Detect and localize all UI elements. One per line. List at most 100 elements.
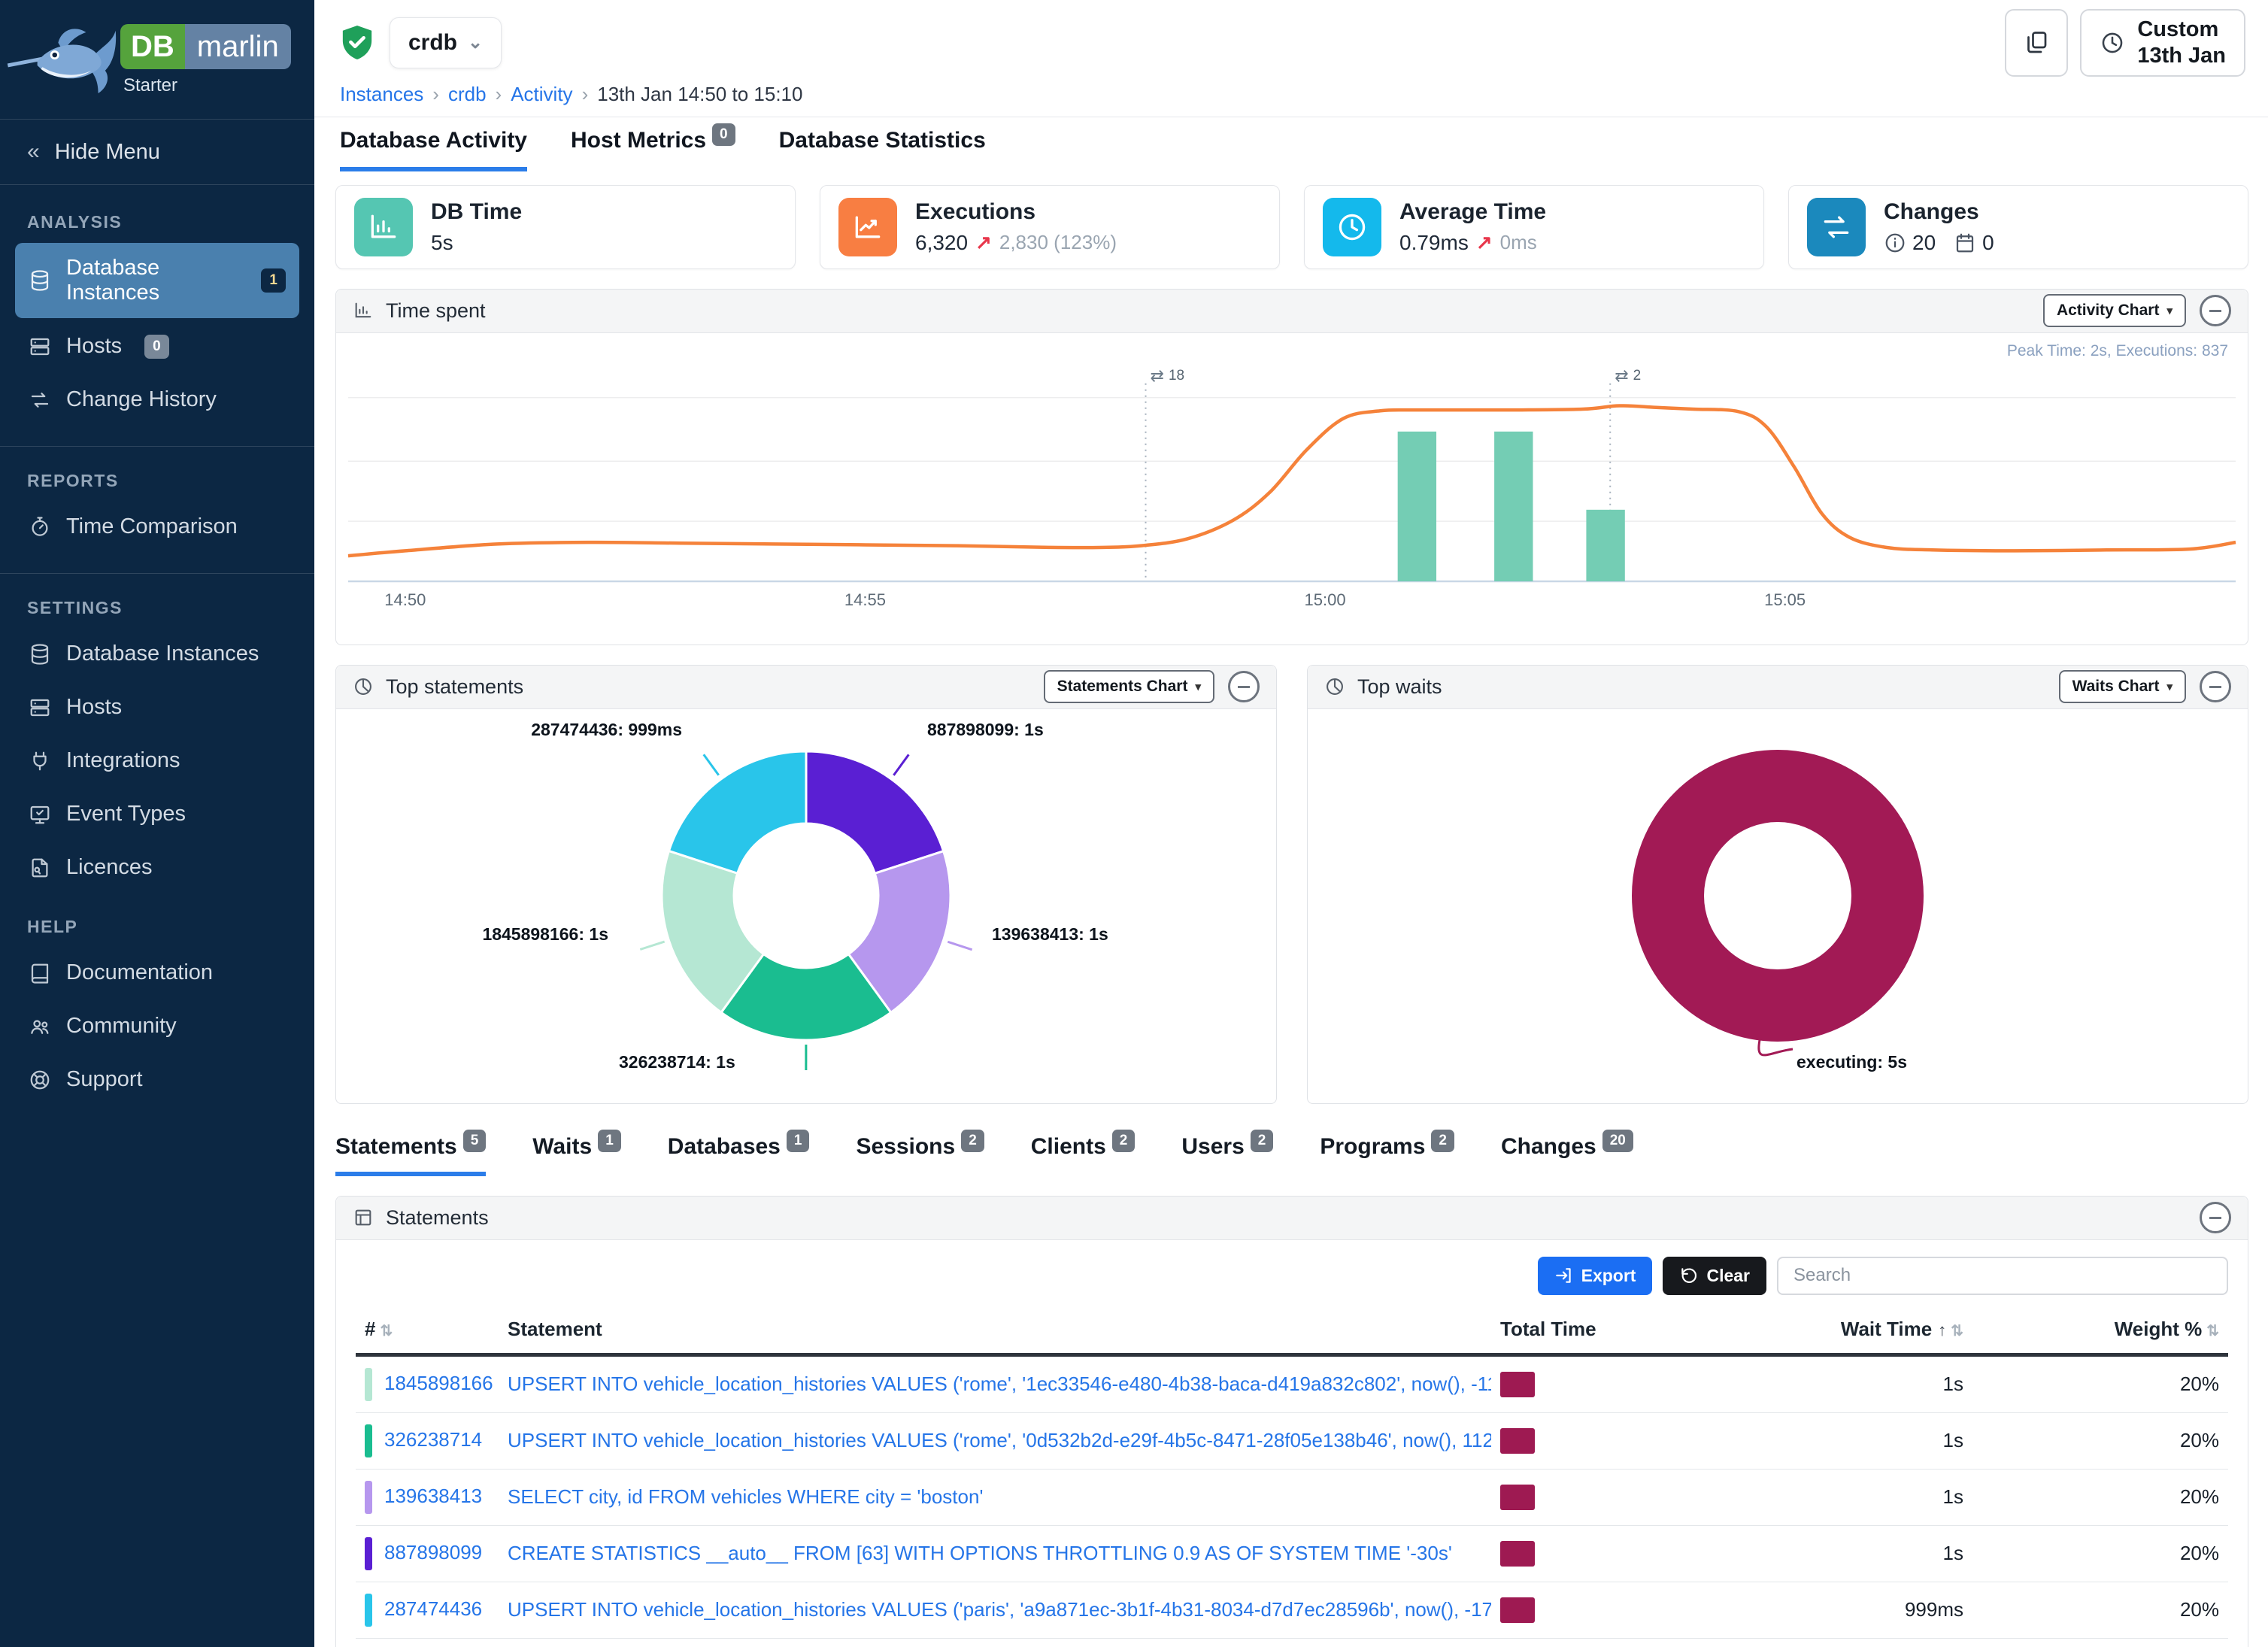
statements-chart-select[interactable]: Statements Chart▾ (1044, 670, 1214, 703)
sidebar-item-label: Community (66, 1014, 177, 1039)
licence-icon (29, 857, 51, 879)
statement-text-link[interactable]: SELECT city, id FROM vehicles WHERE city… (508, 1485, 983, 1508)
count-badge: 0 (712, 123, 735, 146)
nav-section-analysis: ANALYSIS (27, 212, 287, 232)
tab-database-statistics[interactable]: Database Statistics (779, 128, 986, 171)
wait-time-value: 1s (1807, 1469, 1972, 1525)
column-header-total-time[interactable]: Total Time (1491, 1306, 1807, 1355)
copy-link-button[interactable] (2005, 9, 2068, 77)
time-range-line1: Custom (2137, 17, 2218, 43)
swap-icon (1820, 211, 1853, 244)
collapse-statements-button[interactable] (2200, 1202, 2231, 1233)
wait-time-value: 999ms (1807, 1582, 1972, 1638)
swap-icon (29, 389, 51, 411)
breadcrumb-link-instances[interactable]: Instances (340, 83, 423, 106)
support-icon (29, 1069, 51, 1091)
statement-text-link[interactable]: CREATE STATISTICS __auto__ FROM [63] WIT… (508, 1542, 1452, 1564)
change-swap-icon: ⇄ (1615, 366, 1628, 386)
donut-slice-887898099[interactable] (806, 751, 944, 873)
stat-title: DB Time (431, 199, 522, 225)
statement-id-link[interactable]: 287474436 (384, 1597, 482, 1619)
sidebar-divider (0, 573, 314, 574)
statement-id-link[interactable]: 1845898166 (384, 1371, 493, 1394)
sidebar-item-time-comparison[interactable]: Time Comparison (15, 502, 299, 552)
statement-id-link[interactable]: 887898099 (384, 1540, 482, 1563)
database-icon (29, 269, 51, 292)
collapse-top-statements-button[interactable] (1228, 671, 1260, 702)
tab-host-metrics[interactable]: Host Metrics0 (571, 128, 735, 171)
statement-text-link[interactable]: UPSERT INTO vehicle_location_histories V… (508, 1429, 1491, 1451)
dbmarlin-logo[interactable]: DB marlin Starter (0, 0, 314, 119)
hide-menu-button[interactable]: « Hide Menu (0, 119, 314, 185)
statement-text-link[interactable]: UPSERT INTO vehicle_location_histories V… (508, 1598, 1491, 1621)
top-statements-donut (648, 738, 964, 1054)
sidebar-item-change-history[interactable]: Change History (15, 375, 299, 425)
statement-color-chip (365, 1368, 372, 1401)
donut-label-1845898166: 1845898166: 1s (482, 924, 608, 945)
export-button[interactable]: Export (1538, 1257, 1653, 1295)
detail-tab-changes[interactable]: Changes20 (1501, 1134, 1633, 1176)
column-header-weight[interactable]: Weight %⇅ (1972, 1306, 2228, 1355)
clock-icon (2100, 30, 2125, 56)
sidebar-item-hosts[interactable]: Hosts (15, 682, 299, 733)
collapse-top-waits-button[interactable] (2200, 671, 2231, 702)
detail-tab-programs[interactable]: Programs2 (1320, 1134, 1454, 1176)
sidebar-item-database-instances[interactable]: Database Instances1 (15, 243, 299, 318)
sidebar-item-licences[interactable]: Licences (15, 842, 299, 893)
undo-icon (1679, 1266, 1699, 1285)
sidebar-item-event-types[interactable]: Event Types (15, 789, 299, 839)
detail-tab-databases[interactable]: Databases1 (668, 1134, 810, 1176)
change-marker[interactable]: ⇄18 (1151, 366, 1185, 386)
donut-slice-executing[interactable] (1668, 786, 1887, 1005)
search-input[interactable] (1777, 1257, 2228, 1295)
sidebar-item-support[interactable]: Support (15, 1054, 299, 1105)
peak-note: Peak Time: 2s, Executions: 837 (2007, 342, 2228, 360)
sidebar-item-label: Hosts (66, 334, 122, 359)
sidebar-item-hosts[interactable]: Hosts0 (15, 321, 299, 372)
sidebar-item-documentation[interactable]: Documentation (15, 948, 299, 998)
top-waits-chart[interactable]: executing: 5s (1308, 709, 2248, 1103)
sidebar-item-community[interactable]: Community (15, 1001, 299, 1051)
donut-label-139638413: 139638413: 1s (992, 924, 1108, 945)
change-swap-icon: ⇄ (1151, 366, 1164, 386)
table-row: 1845898166 UPSERT INTO vehicle_location_h… (356, 1354, 2228, 1412)
statements-header: Statements (336, 1197, 2248, 1240)
waits-chart-select[interactable]: Waits Chart▾ (2059, 670, 2186, 703)
detail-tab-statements[interactable]: Statements5 (335, 1134, 486, 1176)
top-statements-chart[interactable]: 887898099: 1s139638413: 1s326238714: 1s1… (336, 709, 1276, 1103)
sidebar-item-database-instances[interactable]: Database Instances (15, 629, 299, 679)
donut-label-287474436: 287474436: 999ms (531, 720, 682, 740)
breadcrumb-link-crdb[interactable]: crdb (448, 83, 487, 106)
column-header-statement[interactable]: Statement (499, 1306, 1491, 1355)
clear-button[interactable]: Clear (1663, 1257, 1766, 1295)
stat-extra-calendar: 0 (1954, 231, 1994, 255)
stat-extra-value: 0 (1982, 231, 1994, 255)
count-badge: 2 (1112, 1130, 1136, 1152)
donut-slice-287474436[interactable] (669, 751, 806, 873)
statements-body: Export Clear (336, 1240, 2248, 1647)
count-badge: 20 (1602, 1130, 1633, 1152)
detail-tab-sessions[interactable]: Sessions2 (856, 1134, 984, 1176)
time-range-button[interactable]: Custom 13th Jan (2080, 9, 2245, 77)
activity-chart-select[interactable]: Activity Chart▾ (2043, 294, 2186, 327)
time-spent-chart[interactable]: Peak Time: 2s, Executions: 837 14:5014:5… (336, 333, 2248, 645)
column-header-wait-time[interactable]: Wait Time↑⇅ (1807, 1306, 1972, 1355)
collapse-time-spent-button[interactable] (2200, 295, 2231, 326)
breadcrumb-link-activity[interactable]: Activity (511, 83, 572, 106)
detail-tab-clients[interactable]: Clients2 (1031, 1134, 1136, 1176)
statement-id-link[interactable]: 139638413 (384, 1484, 482, 1506)
tab-database-activity[interactable]: Database Activity (340, 128, 527, 171)
statements-title: Statements (386, 1206, 489, 1230)
x-tick-label: 15:05 (1764, 590, 1806, 610)
column-header-id[interactable]: #⇅ (356, 1306, 499, 1355)
sort-icon: ⇅ (2206, 1323, 2219, 1339)
detail-tab-waits[interactable]: Waits1 (532, 1134, 620, 1176)
sidebar-item-integrations[interactable]: Integrations (15, 736, 299, 786)
time-range-line2: 13th Jan (2137, 43, 2226, 69)
statement-id-link[interactable]: 326238714 (384, 1427, 482, 1450)
statement-text-link[interactable]: UPSERT INTO vehicle_location_histories V… (508, 1372, 1491, 1395)
change-marker[interactable]: ⇄2 (1615, 366, 1641, 386)
instance-selector[interactable]: crdb ⌄ (390, 17, 502, 68)
stat-value-row: 200 (1884, 231, 1994, 255)
detail-tab-users[interactable]: Users2 (1181, 1134, 1273, 1176)
